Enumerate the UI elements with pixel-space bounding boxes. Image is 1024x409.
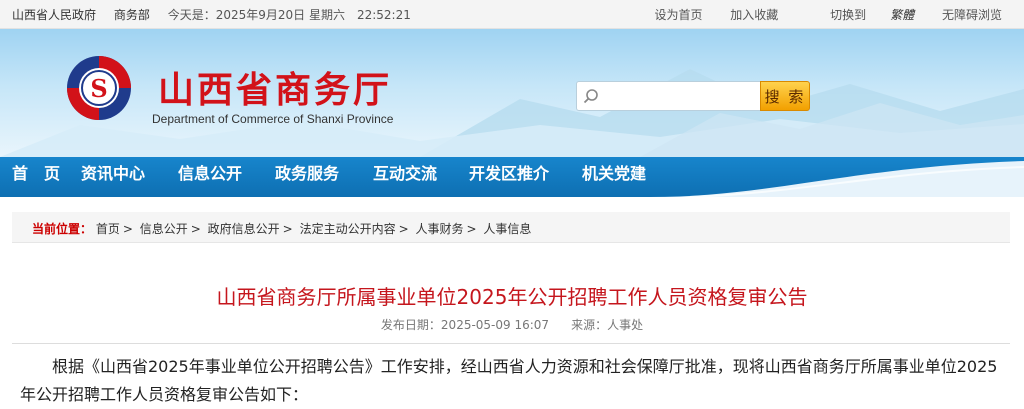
- breadcrumb-item[interactable]: 人事财务: [415, 222, 463, 236]
- breadcrumb-separator: >: [398, 222, 409, 236]
- nav-item-dev-zones[interactable]: 开发区推介: [469, 157, 549, 197]
- breadcrumb-item[interactable]: 政府信息公开: [208, 222, 280, 236]
- nav-item-interaction[interactable]: 互动交流: [373, 157, 437, 197]
- dept-link[interactable]: 商务部: [114, 8, 150, 22]
- current-date: 今天是：2025年9月20日 星期六 22:52:21: [167, 8, 411, 22]
- set-home-link[interactable]: 设为首页: [654, 8, 702, 22]
- article-body: 根据《山西省2025年事业单位公开招聘公告》工作安排，经山西省人力资源和社会保障…: [20, 357, 998, 404]
- article-title: 山西省商务厅所属事业单位2025年公开招聘工作人员资格复审公告: [216, 285, 808, 309]
- article-source: 人事处: [607, 318, 644, 332]
- mountain-background: [0, 69, 1024, 157]
- breadcrumb-item[interactable]: 法定主动公开内容: [300, 222, 396, 236]
- breadcrumb-separator: >: [466, 222, 477, 236]
- nav-item-home[interactable]: 首 页: [12, 157, 60, 197]
- switch-traditional-link[interactable]: 切换到 繁體: [806, 8, 914, 22]
- source-label: 来源：: [571, 318, 608, 332]
- topbar-right: 设为首页 加入收藏 切换到 繁體 无障碍浏览: [630, 6, 1002, 23]
- site-subtitle: Department of Commerce of Shanxi Provinc…: [152, 112, 394, 126]
- add-favorite-link[interactable]: 加入收藏: [730, 8, 778, 22]
- topbar-left: 山西省人民政府 商务部 今天是：2025年9月20日 星期六 22:52:21: [12, 6, 411, 23]
- logo-emblem: S: [67, 56, 131, 120]
- nav-item-party[interactable]: 机关党建: [582, 157, 646, 197]
- breadcrumb: 当前位置： 首页 > 信息公开 > 政府信息公开 > 法定主动公开内容 > 人事财务 > …: [12, 212, 1010, 243]
- nav-item-services[interactable]: 政务服务: [275, 157, 339, 197]
- site-title: 山西省商务厅: [158, 70, 393, 111]
- breadcrumb-item[interactable]: 人事信息: [483, 222, 531, 236]
- breadcrumb-separator: >: [190, 222, 201, 236]
- switch-target: 繁體: [890, 8, 915, 22]
- gov-link[interactable]: 山西省人民政府: [12, 8, 96, 22]
- main-nav: 首 页 资讯中心 信息公开 政务服务 互动交流 开发区推介 机关党建: [0, 157, 1024, 197]
- accessibility-link[interactable]: 无障碍浏览: [942, 8, 1002, 22]
- breadcrumb-separator: >: [282, 222, 293, 236]
- nav-swoosh: [650, 161, 1024, 197]
- search-input[interactable]: [576, 81, 762, 111]
- divider: [12, 343, 1010, 344]
- header-banner: S 山西省商务厅 Department of Commerce of Shanx…: [0, 29, 1024, 157]
- search-icon: [583, 89, 598, 104]
- breadcrumb-separator: >: [122, 222, 133, 236]
- nav-item-disclosure[interactable]: 信息公开: [178, 157, 242, 197]
- publish-date: 2025-05-09 16:07: [440, 318, 550, 332]
- breadcrumb-item[interactable]: 首页: [96, 222, 120, 236]
- search-bar: 搜 索: [576, 81, 810, 111]
- search-button[interactable]: 搜 索: [760, 81, 810, 111]
- logo-letter: S: [90, 74, 107, 103]
- article-meta: 发布日期：2025-05-09 16:07 来源：人事处: [0, 316, 1024, 333]
- breadcrumb-item[interactable]: 信息公开: [140, 222, 188, 236]
- nav-item-news[interactable]: 资讯中心: [81, 157, 145, 197]
- switch-label: 切换到: [830, 8, 867, 22]
- breadcrumb-label: 当前位置：: [32, 222, 93, 236]
- top-utility-bar: 山西省人民政府 商务部 今天是：2025年9月20日 星期六 22:52:21 …: [0, 0, 1024, 29]
- date-label: 发布日期：: [380, 318, 441, 332]
